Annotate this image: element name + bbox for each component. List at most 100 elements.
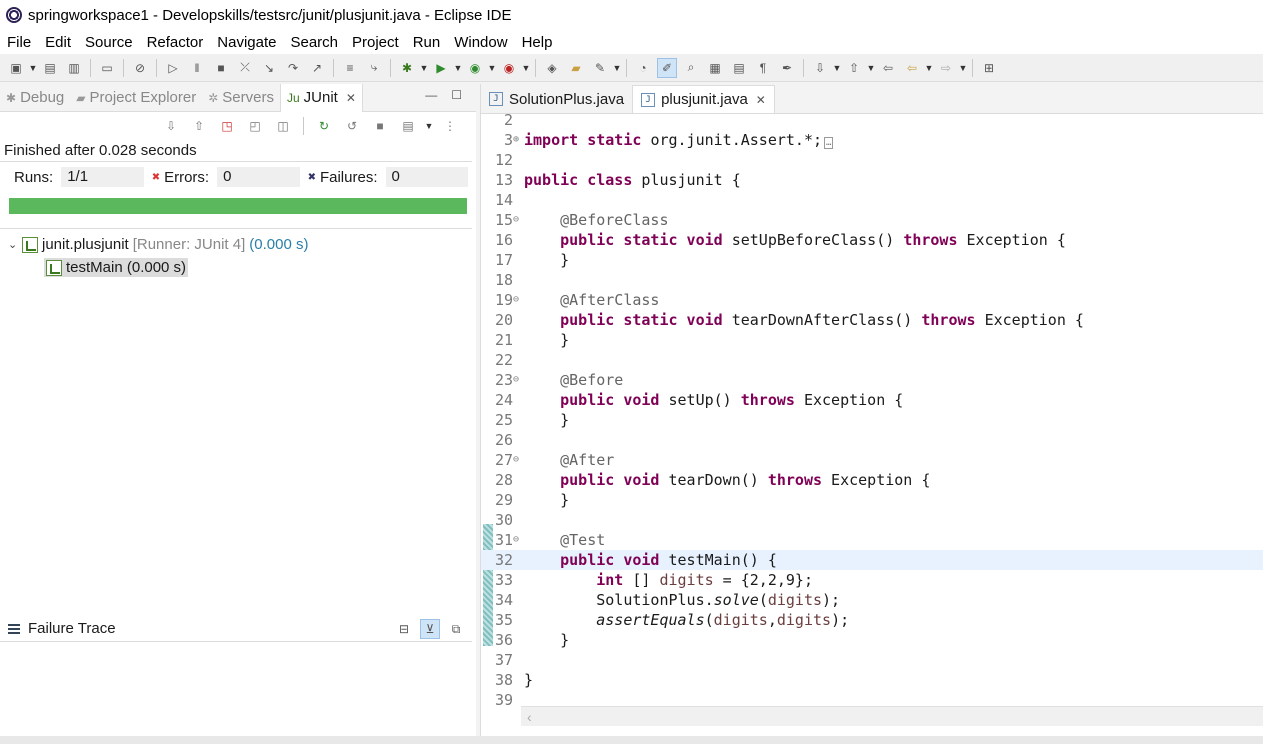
back-icon[interactable]: ⇦ xyxy=(902,58,922,78)
menu-file[interactable]: File xyxy=(0,34,38,51)
last-edit-location-icon[interactable]: ⇦ xyxy=(878,58,898,78)
code-line[interactable]: 2 xyxy=(481,110,1263,130)
search-icon[interactable]: ⌕ xyxy=(681,58,701,78)
next-annotation-dropdown-icon[interactable]: ▼ xyxy=(832,63,842,73)
maximize-icon[interactable]: ☐ xyxy=(451,88,462,102)
step-return-icon[interactable]: ↗ xyxy=(307,58,327,78)
pilcrow-icon[interactable]: ¶ xyxy=(753,58,773,78)
terminate-icon[interactable]: ■ xyxy=(211,58,231,78)
code-line[interactable]: 34 SolutionPlus.solve(digits); xyxy=(481,590,1263,610)
fold-collapse-icon[interactable]: ⊖ xyxy=(513,290,523,310)
code-line[interactable]: 15 ⊖ @BeforeClass xyxy=(481,210,1263,230)
new-java-project-icon[interactable]: ◈ xyxy=(542,58,562,78)
code-line[interactable]: 20 public static void tearDownAfterClass… xyxy=(481,310,1263,330)
open-perspective-icon[interactable]: ⊞ xyxy=(979,58,999,78)
close-icon[interactable]: ✕ xyxy=(346,91,356,105)
terminal-icon[interactable]: ▭ xyxy=(97,58,117,78)
code-line[interactable]: 27 ⊖ @After xyxy=(481,450,1263,470)
test-run-history-icon[interactable]: ▤ xyxy=(398,116,418,136)
show-failures-only-icon[interactable]: ◳ xyxy=(217,116,237,136)
previous-annotation-dropdown-icon[interactable]: ▼ xyxy=(866,63,876,73)
code-line[interactable]: 32 public void testMain() { xyxy=(481,550,1263,570)
scroll-lock-icon[interactable]: ◫ xyxy=(273,116,293,136)
code-line[interactable]: 21 } xyxy=(481,330,1263,350)
menu-help[interactable]: Help xyxy=(515,34,560,51)
code-line[interactable]: 26 xyxy=(481,430,1263,450)
code-line[interactable]: 17 } xyxy=(481,250,1263,270)
fold-collapse-icon[interactable]: ⊖ xyxy=(513,450,523,470)
code-line[interactable]: 23 ⊖ @Before xyxy=(481,370,1263,390)
tab-plusjunit-java[interactable]: Jplusjunit.java ✕ xyxy=(632,85,775,113)
copy-trace-icon[interactable]: ⧉ xyxy=(446,619,466,639)
code-editor[interactable]: 2 3 ⊕ import static org.junit.Assert.*;… 12 1… xyxy=(481,111,1263,709)
test-row[interactable]: testMain (0.000 s) xyxy=(0,256,472,279)
code-line[interactable]: 36 } xyxy=(481,630,1263,650)
code-line[interactable]: 29 } xyxy=(481,490,1263,510)
fold-collapse-icon[interactable]: ⊖ xyxy=(513,530,523,550)
tab-servers[interactable]: ✲ Servers xyxy=(202,84,280,112)
code-line[interactable]: 38} xyxy=(481,670,1263,690)
previous-annotation-icon[interactable]: ⇧ xyxy=(844,58,864,78)
menu-run[interactable]: Run xyxy=(406,34,448,51)
filter-stack-trace-icon[interactable]: ⊻ xyxy=(420,619,440,639)
code-line[interactable]: 28 public void tearDown() throws Excepti… xyxy=(481,470,1263,490)
step-over-icon[interactable]: ↷ xyxy=(283,58,303,78)
menu-refactor[interactable]: Refactor xyxy=(140,34,211,51)
mark-occurrences-icon[interactable]: ✐ xyxy=(657,57,677,78)
external-tools-icon[interactable]: ◉ xyxy=(499,58,519,78)
rerun-test-icon[interactable]: ↻ xyxy=(314,116,334,136)
code-line[interactable]: 3 ⊕ import static org.junit.Assert.*;… xyxy=(481,130,1263,150)
minimize-icon[interactable]: — xyxy=(425,88,437,102)
close-icon[interactable]: ✕ xyxy=(756,93,766,107)
next-failure-icon[interactable]: ⇩ xyxy=(161,116,181,136)
code-line[interactable]: 22 xyxy=(481,350,1263,370)
debug-dropdown-icon[interactable]: ▼ xyxy=(419,63,429,73)
suite-row[interactable]: ⌄ junit.plusjunit [Runner: JUnit 4] (0.0… xyxy=(0,233,472,256)
open-folder-icon[interactable]: ▰ xyxy=(566,58,586,78)
compare-result-icon[interactable]: ⊟ xyxy=(394,619,414,639)
menu-project[interactable]: Project xyxy=(345,34,406,51)
menu-search[interactable]: Search xyxy=(283,34,345,51)
code-line[interactable]: 13 public class plusjunit { xyxy=(481,170,1263,190)
disconnect-icon[interactable]: ⤫ xyxy=(235,58,255,78)
open-type-icon[interactable]: ◔ xyxy=(633,58,653,78)
new-icon[interactable]: ▣ xyxy=(6,58,26,78)
forward-icon[interactable]: ⇨ xyxy=(936,58,956,78)
tab-junit[interactable]: Ju JUnit ✕ xyxy=(279,83,363,112)
external-tools-dropdown-icon[interactable]: ▼ xyxy=(521,63,531,73)
chevron-down-icon[interactable]: ⌄ xyxy=(8,238,22,251)
fold-expand-icon[interactable]: ⊕ xyxy=(513,130,523,150)
code-line[interactable]: 33 int [] digits = {2,2,9}; xyxy=(481,570,1263,590)
tab-project-explorer[interactable]: ▰ Project Explorer xyxy=(70,84,202,112)
code-line[interactable]: 35 assertEquals(digits,digits); xyxy=(481,610,1263,630)
run-icon[interactable]: ▶ xyxy=(431,58,451,78)
tab-debug[interactable]: ✱ Debug xyxy=(0,84,70,112)
code-line[interactable]: 37 xyxy=(481,650,1263,670)
fold-collapse-icon[interactable]: ⊖ xyxy=(513,210,523,230)
save-icon[interactable]: ▤ xyxy=(40,58,60,78)
code-line[interactable]: 19 ⊖ @AfterClass xyxy=(481,290,1263,310)
block-selection-icon[interactable]: ▤ xyxy=(729,58,749,78)
back-dropdown-icon[interactable]: ▼ xyxy=(924,63,934,73)
step-into-icon[interactable]: ↘ xyxy=(259,58,279,78)
wand-dropdown-icon[interactable]: ▼ xyxy=(612,63,622,73)
menu-window[interactable]: Window xyxy=(447,34,514,51)
view-menu-icon[interactable]: ⋮ xyxy=(440,116,460,136)
show-skipped-only-icon[interactable]: ◰ xyxy=(245,116,265,136)
use-step-filters-icon[interactable]: ≡ xyxy=(340,58,360,78)
resume-icon[interactable]: ▷ xyxy=(163,58,183,78)
stop-icon[interactable]: ■ xyxy=(370,116,390,136)
previous-failure-icon[interactable]: ⇧ xyxy=(189,116,209,136)
coverage-dropdown-icon[interactable]: ▼ xyxy=(487,63,497,73)
skip-breakpoints-icon[interactable]: ⊘ xyxy=(130,58,150,78)
tab-solutionplus-java[interactable]: J SolutionPlus.java xyxy=(481,85,632,113)
menu-navigate[interactable]: Navigate xyxy=(210,34,283,51)
wand-icon[interactable]: ✎ xyxy=(590,58,610,78)
run-dropdown-icon[interactable]: ▼ xyxy=(453,63,463,73)
code-line[interactable]: 31 ⊖ @Test xyxy=(481,530,1263,550)
toggle-breadcrumb-icon[interactable]: ✒ xyxy=(777,58,797,78)
new-dropdown-icon[interactable]: ▼ xyxy=(28,63,38,73)
menu-source[interactable]: Source xyxy=(78,34,140,51)
save-all-icon[interactable]: ▥ xyxy=(64,58,84,78)
code-line[interactable]: 12 xyxy=(481,150,1263,170)
